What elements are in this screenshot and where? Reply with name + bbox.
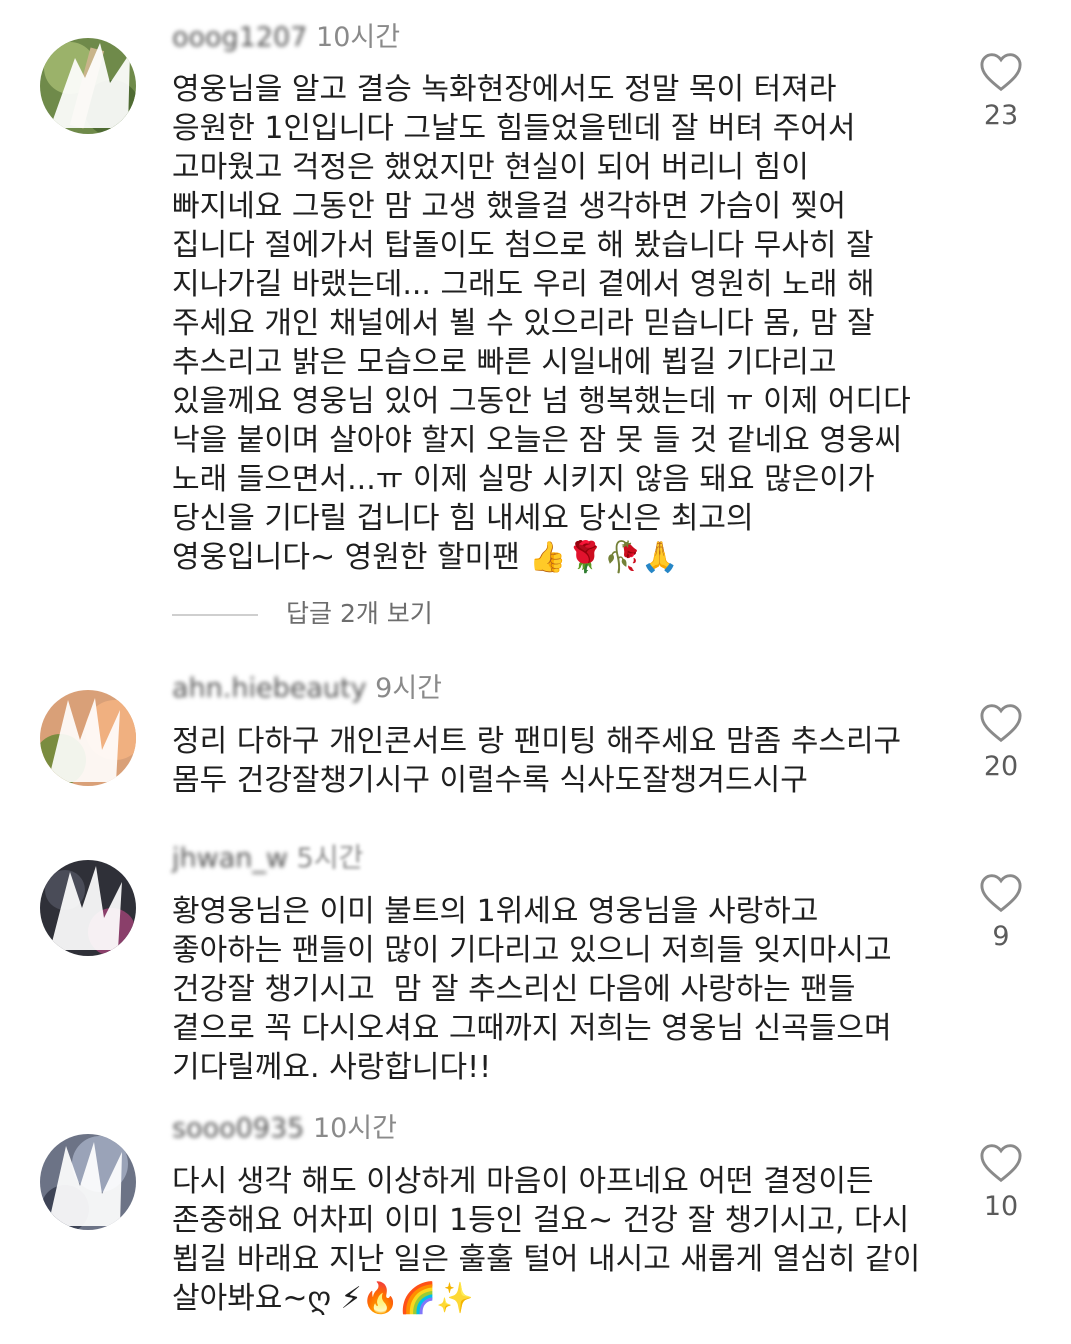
username[interactable]: jhwan_w [172, 843, 288, 874]
avatar-image [40, 38, 136, 134]
timestamp: 10시간 [316, 22, 401, 53]
divider-line [172, 614, 258, 616]
avatar-image [40, 1134, 136, 1230]
comment-meta: sooo0935 10시간 [172, 1113, 397, 1145]
comment-text: 영웅님을 알고 결승 녹화현장에서도 정말 목이 터져라 응원한 1인입니다 그… [172, 72, 911, 575]
comment-text: 다시 생각 해도 이상하게 마음이 아프네요 어떤 결정이든 존중해요 어차피 … [172, 1164, 921, 1316]
like-control: 23 [970, 52, 1032, 131]
view-replies-label: 답글 2개 보기 [286, 599, 433, 628]
username[interactable]: ooog1207 [172, 22, 307, 53]
like-control: 20 [970, 703, 1032, 782]
like-count: 9 [992, 921, 1010, 952]
username[interactable]: sooo0935 [172, 1113, 304, 1144]
timestamp: 9시간 [375, 673, 443, 704]
heart-icon[interactable] [979, 873, 1023, 913]
like-control: 9 [970, 873, 1032, 952]
timestamp: 5시간 [296, 843, 364, 874]
like-count: 10 [983, 1191, 1019, 1222]
comment-text: 정리 다하구 개인콘서트 랑 팬미팅 해주세요 맘좀 추스리구 몸두 건강잘챙기… [172, 724, 902, 798]
like-count: 23 [983, 100, 1019, 131]
avatar[interactable] [40, 690, 136, 786]
avatar[interactable] [40, 860, 136, 956]
avatar-image [40, 860, 136, 956]
avatar-image [40, 690, 136, 786]
heart-icon[interactable] [979, 703, 1023, 743]
avatar[interactable] [40, 38, 136, 134]
comment-meta: ooog1207 10시간 [172, 22, 400, 54]
heart-icon[interactable] [979, 52, 1023, 92]
avatar[interactable] [40, 1134, 136, 1230]
heart-icon[interactable] [979, 1143, 1023, 1183]
comment-meta: ahn.hiebeauty 9시간 [172, 673, 442, 705]
like-count: 20 [983, 751, 1019, 782]
view-replies-button[interactable]: 답글 2개 보기 [172, 598, 433, 630]
username[interactable]: ahn.hiebeauty [172, 673, 367, 704]
timestamp: 10시간 [312, 1113, 397, 1144]
comment-meta: jhwan_w 5시간 [172, 843, 363, 875]
like-control: 10 [970, 1143, 1032, 1222]
comment-text: 황영웅님은 이미 불트의 1위세요 영웅님을 사랑하고 좋아하는 팬들이 많이 … [172, 894, 892, 1085]
